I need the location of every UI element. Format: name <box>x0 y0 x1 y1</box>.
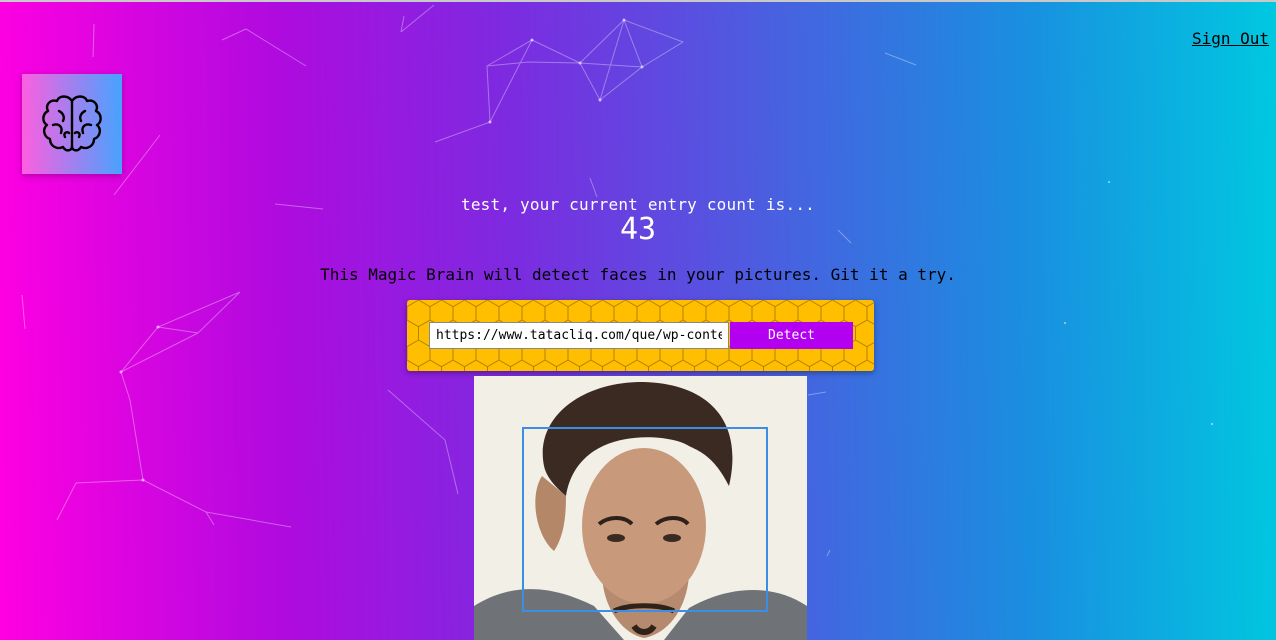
intro-text: This Magic Brain will detect faces in yo… <box>320 265 956 284</box>
face-bounding-box <box>522 427 768 612</box>
image-link-form: Detect <box>407 300 874 371</box>
brain-icon <box>42 95 102 152</box>
entry-count: 43 <box>619 212 657 247</box>
face-image <box>474 376 807 640</box>
detect-button[interactable]: Detect <box>730 322 853 349</box>
sign-out-link[interactable]: Sign Out <box>1192 29 1269 48</box>
logo[interactable] <box>22 74 122 174</box>
image-url-input[interactable] <box>429 322 729 349</box>
